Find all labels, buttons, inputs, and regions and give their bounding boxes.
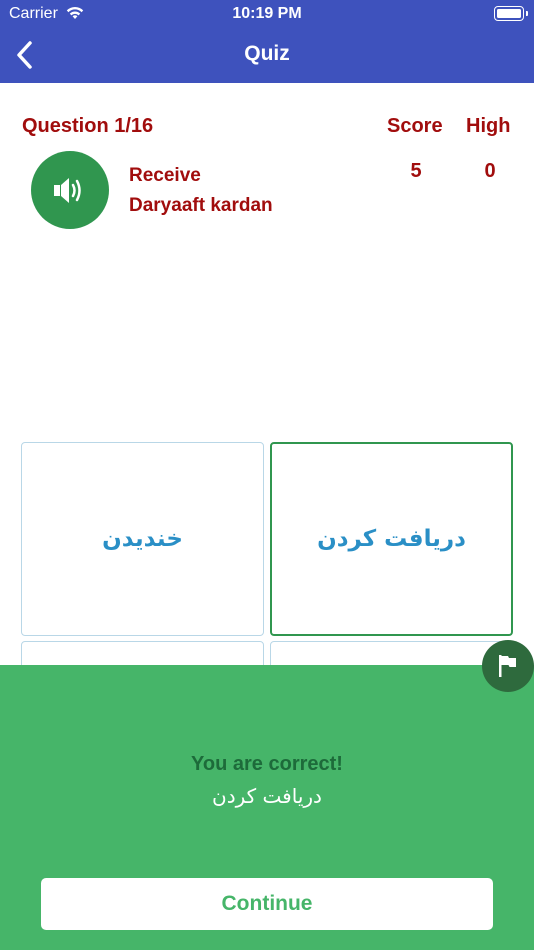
flag-icon (499, 655, 516, 677)
answer-option-text: دریافت کردن (317, 526, 466, 552)
page-title: Quiz (244, 42, 290, 65)
answer-option-1[interactable]: خندیدن (21, 442, 264, 636)
clock: 10:19 PM (232, 5, 302, 22)
status-bar: Carrier 10:19 PM (0, 0, 534, 28)
high-score-label: High (466, 115, 511, 137)
result-message: You are correct! (191, 753, 343, 775)
result-panel: You are correct! دریافت کردن Continue (0, 665, 534, 950)
answer-option-text: خندیدن (102, 526, 183, 552)
nav-bar: Quiz (0, 28, 534, 83)
correct-answer: دریافت کردن (212, 784, 322, 808)
high-score-value: 0 (484, 160, 496, 182)
speaker-icon (54, 178, 81, 203)
play-audio-button[interactable] (31, 151, 109, 229)
question-counter: Question 1/16 (22, 115, 154, 137)
continue-button[interactable]: Continue (41, 878, 493, 930)
score-value: 5 (410, 160, 422, 182)
battery-icon (494, 6, 528, 21)
quiz-transliteration: Daryaaft kardan (129, 195, 273, 216)
quiz-word: Receive (129, 165, 201, 186)
score-label: Score (387, 115, 443, 137)
answer-option-2[interactable]: دریافت کردن (270, 442, 513, 636)
report-flag-button[interactable] (482, 640, 534, 692)
